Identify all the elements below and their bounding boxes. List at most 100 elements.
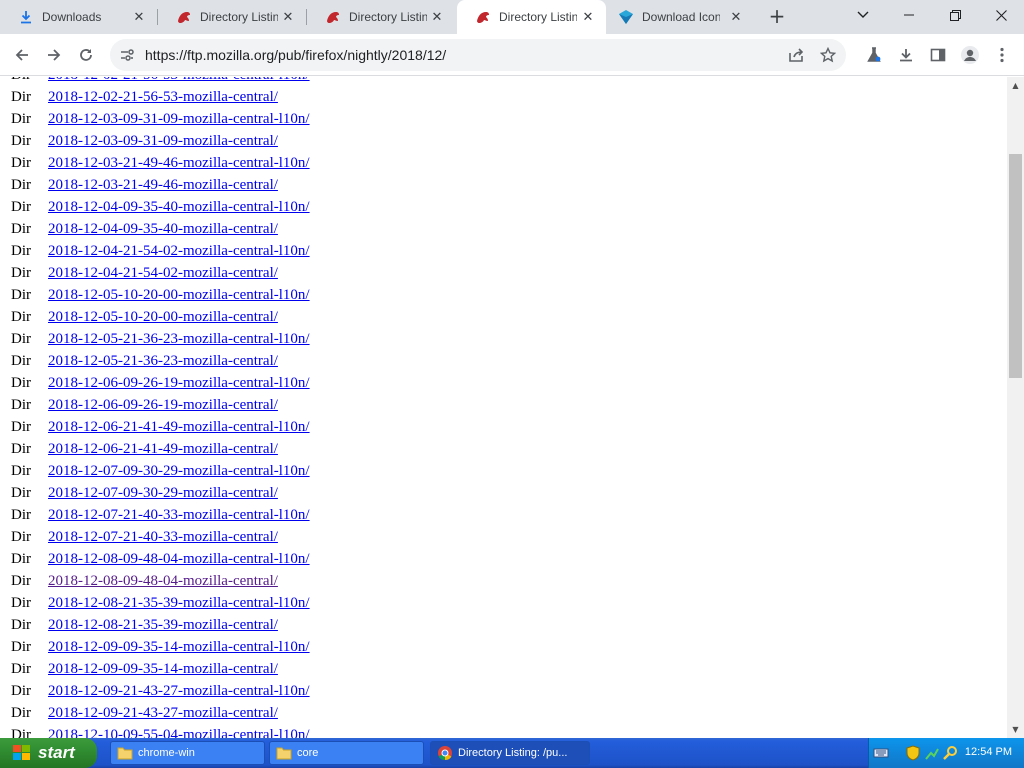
downloads-button[interactable] <box>892 41 920 69</box>
flask-icon <box>867 47 881 62</box>
taskbar-item-label: Directory Listing: /pu... <box>458 747 568 759</box>
directory-link[interactable]: 2018-12-03-09-31-09-mozilla-central-l10n… <box>48 111 310 127</box>
directory-link[interactable]: 2018-12-03-21-49-46-mozilla-central/ <box>48 177 278 193</box>
directory-link[interactable]: 2018-12-06-09-26-19-mozilla-central/ <box>48 397 278 413</box>
listing-row: Dir 2018-12-09-09-35-14-mozilla-central/ <box>11 658 310 680</box>
taskbar-item-label: chrome-win <box>138 747 195 759</box>
entry-type: Dir <box>11 177 31 193</box>
vertical-scrollbar[interactable]: ▲ ▼ <box>1007 77 1024 738</box>
directory-link[interactable]: 2018-12-05-21-36-23-mozilla-central/ <box>48 353 278 369</box>
listing-row: Dir 2018-12-09-21-43-27-mozilla-central-l… <box>11 680 310 702</box>
directory-link[interactable]: 2018-12-04-09-35-40-mozilla-central-l10n… <box>48 199 310 215</box>
labs-button[interactable] <box>860 41 888 69</box>
listing-row: Dir 2018-12-08-21-35-39-mozilla-central-l… <box>11 592 310 614</box>
start-button[interactable]: start <box>0 738 97 768</box>
directory-link[interactable]: 2018-12-04-09-35-40-mozilla-central/ <box>48 221 278 237</box>
listing-row: Dir 2018-12-06-09-26-19-mozilla-central/ <box>11 394 310 416</box>
directory-link[interactable]: 2018-12-08-21-35-39-mozilla-central-l10n… <box>48 595 310 611</box>
tab-title: Directory Listing <box>499 10 577 24</box>
reload-icon <box>80 49 92 61</box>
listing-row: Dir 2018-12-03-21-49-46-mozilla-central-l… <box>11 152 310 174</box>
taskbar-item-directory-listing[interactable]: Directory Listing: /pu... <box>430 741 590 765</box>
directory-link[interactable]: 2018-12-03-09-31-09-mozilla-central/ <box>48 133 278 149</box>
icontr-icon <box>618 9 634 25</box>
close-tab-icon[interactable]: ✕ <box>580 9 596 25</box>
entry-type: Dir <box>11 683 31 699</box>
directory-link[interactable]: 2018-12-04-21-54-02-mozilla-central-l10n… <box>48 243 310 259</box>
directory-link[interactable]: 2018-12-07-21-40-33-mozilla-central-l10n… <box>48 507 310 523</box>
listing-row: Dir 2018-12-08-09-48-04-mozilla-central/ <box>11 570 310 592</box>
directory-link[interactable]: 2018-12-07-21-40-33-mozilla-central/ <box>48 529 278 545</box>
listing-row: Dir 2018-12-06-21-41-49-mozilla-central-l… <box>11 416 310 438</box>
directory-link[interactable]: 2018-12-08-09-48-04-mozilla-central-l10n… <box>48 551 310 567</box>
download-icon <box>900 49 912 62</box>
tab-directory-listing-active[interactable]: Directory Listing ✕ <box>457 0 606 34</box>
directory-link[interactable]: 2018-12-06-21-41-49-mozilla-central/ <box>48 441 278 457</box>
security-shield-icon[interactable] <box>905 745 921 761</box>
directory-link[interactable]: 2018-12-02-21-56-53-mozilla-central/ <box>48 89 278 105</box>
tab-search-button[interactable] <box>840 0 886 30</box>
minimize-button[interactable] <box>886 0 932 30</box>
tab-download-icontr[interactable]: Download IconTr ✕ <box>606 0 754 34</box>
taskbar-item-chrome-win[interactable]: chrome-win <box>110 741 265 765</box>
new-tab-button[interactable]: + <box>766 6 788 28</box>
restore-button[interactable] <box>932 0 978 30</box>
share-button[interactable] <box>782 41 810 69</box>
profile-button[interactable] <box>956 41 984 69</box>
directory-link[interactable]: 2018-12-02-21-56-53-mozilla-central-l10n… <box>48 77 310 83</box>
directory-link[interactable]: 2018-12-07-09-30-29-mozilla-central/ <box>48 485 278 501</box>
directory-link[interactable]: 2018-12-03-21-49-46-mozilla-central-l10n… <box>48 155 310 171</box>
url-text[interactable]: https://ftp.mozilla.org/pub/firefox/nigh… <box>145 39 745 71</box>
scroll-up-icon[interactable]: ▲ <box>1010 80 1021 91</box>
close-tab-icon[interactable]: ✕ <box>728 9 744 25</box>
listing-row: Dir 2018-12-09-09-35-14-mozilla-central-l… <box>11 636 310 658</box>
directory-link[interactable]: 2018-12-04-21-54-02-mozilla-central/ <box>48 265 278 281</box>
listing-row: Dir 2018-12-05-21-36-23-mozilla-central/ <box>11 350 310 372</box>
directory-link[interactable]: 2018-12-07-09-30-29-mozilla-central-l10n… <box>48 463 310 479</box>
close-tab-icon[interactable]: ✕ <box>131 9 147 25</box>
listing-row: Dir 2018-12-03-21-49-46-mozilla-central/ <box>11 174 310 196</box>
search-tray-icon[interactable] <box>943 745 959 761</box>
tab-directory-listing-1[interactable]: Directory Listing ✕ <box>158 0 306 34</box>
directory-link[interactable]: 2018-12-09-09-35-14-mozilla-central/ <box>48 661 278 677</box>
entry-type: Dir <box>11 507 31 523</box>
tab-downloads[interactable]: Downloads ✕ <box>0 0 157 34</box>
close-tab-icon[interactable]: ✕ <box>429 9 445 25</box>
keyboard-icon[interactable] <box>873 745 889 761</box>
page-content: Dir 2018-12-02-21-56-53-mozilla-central-l… <box>0 77 1007 738</box>
directory-link[interactable]: 2018-12-06-09-26-19-mozilla-central-l10n… <box>48 375 310 391</box>
directory-link[interactable]: 2018-12-06-21-41-49-mozilla-central-l10n… <box>48 419 310 435</box>
directory-link[interactable]: 2018-12-05-10-20-00-mozilla-central-l10n… <box>48 287 310 303</box>
taskbar: start chrome-win core Directory Listing:… <box>0 738 1024 768</box>
tab-directory-listing-2[interactable]: Directory Listing ✕ <box>307 0 455 34</box>
directory-link[interactable]: 2018-12-09-09-35-14-mozilla-central-l10n… <box>48 639 310 655</box>
forward-button[interactable] <box>40 41 68 69</box>
side-panel-button[interactable] <box>924 41 952 69</box>
directory-link[interactable]: 2018-12-08-21-35-39-mozilla-central/ <box>48 617 278 633</box>
taskbar-item-core[interactable]: core <box>269 741 424 765</box>
directory-link[interactable]: 2018-12-05-21-36-23-mozilla-central-l10n… <box>48 331 310 347</box>
directory-link[interactable]: 2018-12-08-09-48-04-mozilla-central/ <box>48 573 278 589</box>
scrollbar-thumb[interactable] <box>1009 154 1022 378</box>
directory-link[interactable]: 2018-12-09-21-43-27-mozilla-central/ <box>48 705 278 721</box>
forward-arrow-icon <box>48 49 61 61</box>
close-tab-icon[interactable]: ✕ <box>280 9 296 25</box>
reload-button[interactable] <box>72 41 100 69</box>
listing-row: Dir 2018-12-05-21-36-23-mozilla-central-l… <box>11 328 310 350</box>
address-bar[interactable]: https://ftp.mozilla.org/pub/firefox/nigh… <box>110 39 846 71</box>
directory-link[interactable]: 2018-12-05-10-20-00-mozilla-central/ <box>48 309 278 325</box>
scroll-down-icon[interactable]: ▼ <box>1010 724 1021 735</box>
entry-type: Dir <box>11 155 31 171</box>
close-window-button[interactable] <box>978 0 1024 30</box>
site-info-icon[interactable] <box>118 46 136 64</box>
entry-type: Dir <box>11 287 31 303</box>
directory-link[interactable]: 2018-12-09-21-43-27-mozilla-central-l10n… <box>48 683 310 699</box>
menu-button[interactable] <box>988 41 1016 69</box>
network-icon[interactable] <box>924 745 940 761</box>
bookmark-button[interactable] <box>814 41 842 69</box>
back-button[interactable] <box>8 41 36 69</box>
entry-type: Dir <box>11 529 31 545</box>
directory-link[interactable]: 2018-12-10-09-55-04-mozilla-central-l10n… <box>48 727 310 738</box>
tab-title: Download IconTr <box>642 10 720 24</box>
clock: 12:54 PM <box>964 746 1012 758</box>
